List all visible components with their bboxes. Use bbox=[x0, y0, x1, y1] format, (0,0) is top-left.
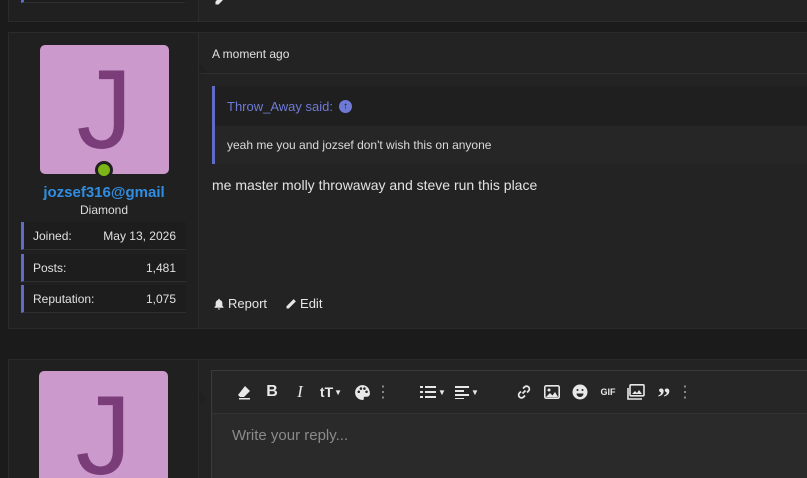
reply-box: J B I tT ▼ ⋮ ▼ ▼ GIF ” ⋮ Write your repl… bbox=[8, 359, 807, 478]
author-stat-reputation: Reputation: 1,075 bbox=[21, 285, 186, 313]
post-message: me master molly throwaway and steve run … bbox=[212, 177, 538, 193]
previous-post bbox=[8, 0, 807, 22]
more-options-icon[interactable]: ⋮ bbox=[375, 382, 391, 402]
edit-label: Edit bbox=[300, 296, 323, 311]
stat-label: Joined: bbox=[33, 228, 72, 243]
quote-text: yeah me you and jozsef don't wish this o… bbox=[215, 126, 807, 164]
stat-value: May 13, 2026 bbox=[103, 228, 176, 243]
post-timestamp[interactable]: A moment ago bbox=[212, 47, 289, 61]
author-stat-joined: Joined: May 13, 2026 bbox=[21, 222, 186, 250]
smiley-icon[interactable] bbox=[566, 378, 594, 406]
align-button[interactable]: ▼ bbox=[450, 378, 484, 406]
media-gallery-icon[interactable] bbox=[622, 378, 650, 406]
italic-button[interactable]: I bbox=[286, 378, 314, 406]
post-actions: Report Edit bbox=[213, 296, 322, 311]
reply-editor: B I tT ▼ ⋮ ▼ ▼ GIF ” ⋮ Write your reply.… bbox=[211, 370, 807, 478]
palette-icon[interactable] bbox=[348, 378, 376, 406]
stat-label: Posts: bbox=[33, 260, 67, 275]
stat-label: Reputation: bbox=[33, 291, 95, 306]
bell-icon bbox=[214, 298, 224, 310]
reply-author-sidebar: J bbox=[9, 360, 207, 478]
chevron-down-icon: ▼ bbox=[471, 387, 479, 397]
eraser-icon[interactable] bbox=[230, 378, 258, 406]
text-size-label: tT bbox=[319, 384, 334, 400]
edit-button[interactable]: Edit bbox=[285, 296, 322, 311]
chevron-down-icon: ▼ bbox=[334, 387, 343, 397]
list-button[interactable]: ▼ bbox=[416, 378, 450, 406]
previous-post-sidebar bbox=[9, 0, 199, 21]
quote-author[interactable]: Throw_Away said: bbox=[227, 99, 333, 114]
post-body: A moment ago Throw_Away said: ↑ yeah me … bbox=[199, 33, 807, 328]
arrow-up-icon[interactable]: ↑ bbox=[338, 99, 352, 113]
post-author-sidebar: J jozsef316@gmail Diamond Joined: May 13… bbox=[9, 33, 207, 328]
report-label: Report bbox=[228, 296, 268, 311]
online-status-indicator bbox=[95, 161, 113, 179]
stat-value: 1,481 bbox=[145, 260, 176, 275]
link-icon[interactable] bbox=[510, 378, 538, 406]
author-rank: Diamond bbox=[79, 203, 129, 217]
quote-header[interactable]: Throw_Away said: ↑ bbox=[215, 86, 807, 126]
avatar[interactable]: J bbox=[40, 45, 169, 174]
editor-toolbar: B I tT ▼ ⋮ ▼ ▼ GIF ” ⋮ bbox=[212, 371, 807, 414]
quote-block: Throw_Away said: ↑ yeah me you and jozse… bbox=[212, 86, 807, 164]
post-header-divider bbox=[199, 73, 807, 74]
bold-button[interactable]: B bbox=[258, 378, 286, 406]
quote-icon[interactable]: ” bbox=[650, 378, 678, 412]
chevron-down-icon: ▼ bbox=[438, 387, 446, 397]
report-button[interactable]: Report bbox=[213, 296, 267, 311]
author-username[interactable]: jozsef316@gmail bbox=[9, 184, 199, 201]
author-stat-posts: Posts: 1,481 bbox=[21, 254, 186, 282]
pencil-icon bbox=[286, 298, 296, 308]
reply-input[interactable]: Write your reply... bbox=[212, 414, 807, 457]
more-options-icon[interactable]: ⋮ bbox=[677, 382, 693, 402]
previous-post-action-icon[interactable] bbox=[214, 0, 226, 9]
image-icon[interactable] bbox=[538, 378, 566, 406]
stat-value: 1,075 bbox=[145, 291, 176, 306]
avatar: J bbox=[39, 371, 168, 478]
previous-post-stat bbox=[21, 0, 185, 3]
text-size-button[interactable]: tT ▼ bbox=[314, 378, 348, 406]
post: J jozsef316@gmail Diamond Joined: May 13… bbox=[8, 32, 807, 329]
gif-button[interactable]: GIF bbox=[594, 378, 622, 406]
